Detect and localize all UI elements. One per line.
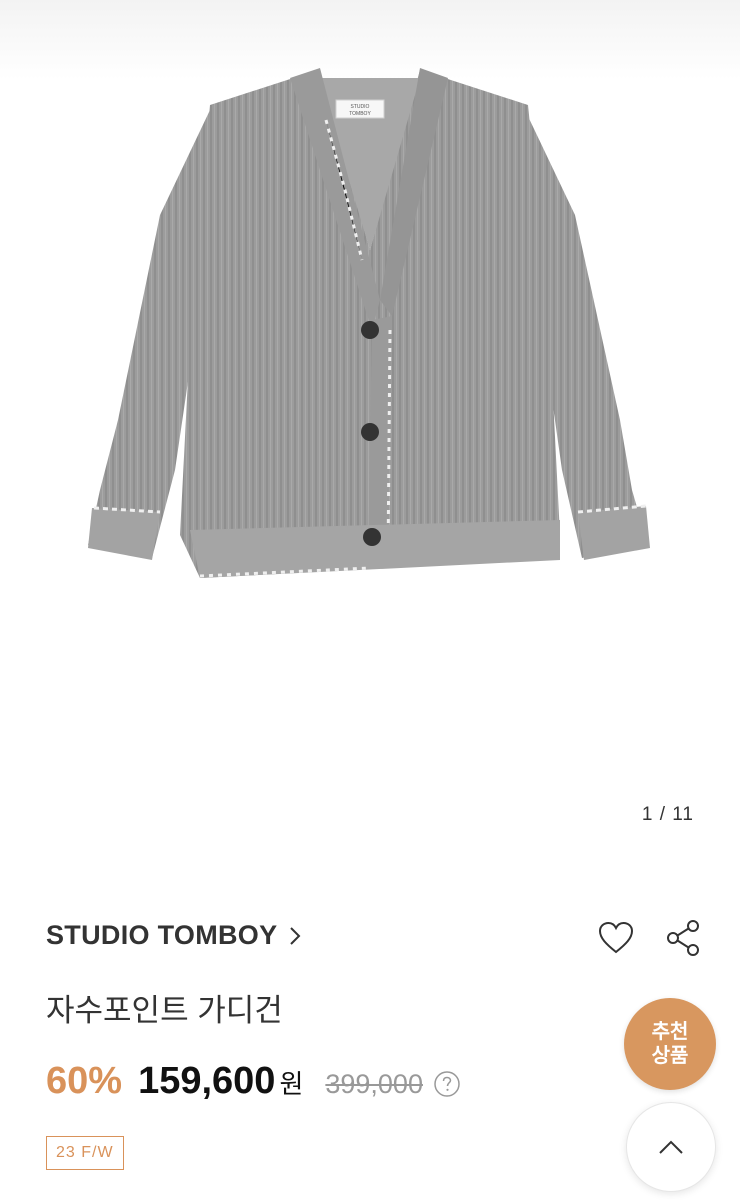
- chevron-right-icon: [290, 926, 301, 945]
- scroll-top-button[interactable]: [626, 1102, 716, 1192]
- brand-name: STUDIO TOMBOY: [46, 920, 278, 950]
- recommend-label-line1: 추천: [651, 1021, 689, 1043]
- recommend-button[interactable]: 추천 상품: [624, 998, 716, 1090]
- product-title: 자수포인트 가디건: [46, 993, 283, 1028]
- help-icon[interactable]: [433, 1070, 461, 1098]
- season-badge: 23 F/W: [46, 1136, 124, 1170]
- heart-icon[interactable]: [596, 918, 636, 958]
- svg-text:STUDIO: STUDIO: [351, 104, 370, 110]
- price-row: 60% 159,600 원 399,000: [46, 1060, 461, 1103]
- chevron-up-icon: [659, 1140, 683, 1154]
- discount-rate: 60%: [46, 1060, 123, 1102]
- currency-label: 원: [279, 1069, 304, 1099]
- original-price: 399,000: [325, 1069, 423, 1099]
- brand-link[interactable]: STUDIO TOMBOY: [46, 920, 301, 951]
- gallery-pager: 1 / 11: [641, 804, 694, 825]
- svg-text:TOMBOY: TOMBOY: [349, 111, 371, 117]
- sale-price: 159,600: [138, 1060, 276, 1102]
- share-icon[interactable]: [664, 918, 704, 958]
- recommend-label-line2: 상품: [651, 1045, 689, 1067]
- product-image[interactable]: STUDIO TOMBOY: [0, 0, 740, 860]
